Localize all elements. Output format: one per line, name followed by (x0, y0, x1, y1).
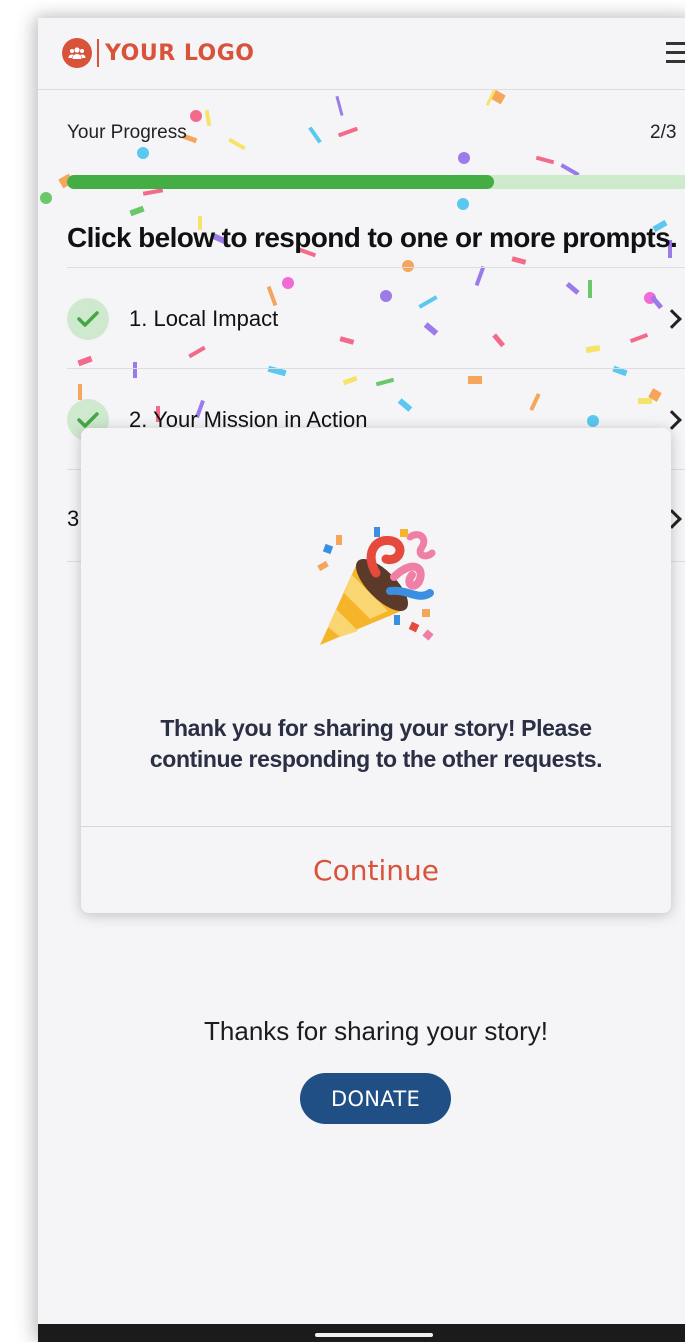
group-people-icon (62, 38, 92, 68)
progress-bar (67, 175, 685, 189)
logo-divider (97, 39, 99, 67)
progress-label: Your Progress (67, 122, 187, 143)
check-icon (67, 298, 109, 340)
dialog-message: Thank you for sharing your story! Please… (149, 715, 603, 772)
app-screen: YOUR LOGO Your Progress 2/3 Click below … (38, 18, 685, 1342)
donate-button[interactable]: DONATE (300, 1073, 451, 1124)
chevron-right-icon (662, 410, 682, 430)
progress-count: 2/3 (650, 122, 677, 143)
logo-text: YOUR LOGO (105, 40, 255, 66)
instructions-heading: Click below to respond to one or more pr… (67, 222, 678, 253)
prompt-label: 3 (67, 506, 80, 531)
chevron-right-icon (662, 309, 682, 329)
party-popper-icon (317, 527, 436, 645)
progress-bar-fill (67, 175, 494, 189)
home-indicator[interactable] (315, 1333, 433, 1337)
hamburger-menu-icon[interactable] (666, 42, 685, 66)
prompt-label: 1. Local Impact (129, 306, 279, 331)
logo[interactable]: YOUR LOGO (62, 38, 255, 68)
thanks-message: Thanks for sharing your story! (204, 1016, 548, 1046)
prompt-item-local-impact[interactable]: 1. Local Impact (67, 267, 685, 368)
system-nav-bar (38, 1324, 685, 1342)
app-header: YOUR LOGO (38, 18, 685, 90)
continue-button[interactable]: Continue (81, 827, 671, 913)
thank-you-dialog: Thank you for sharing your story! Please… (81, 428, 671, 913)
